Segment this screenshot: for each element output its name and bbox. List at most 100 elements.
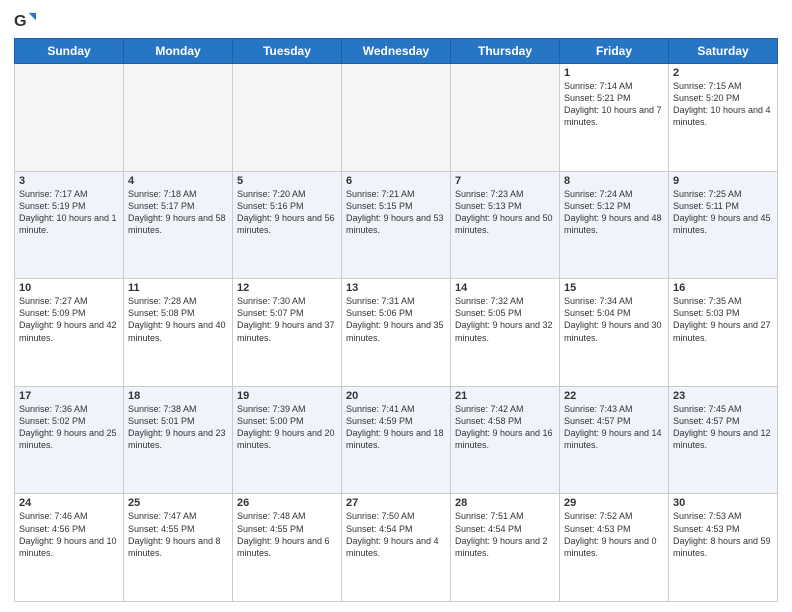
day-number: 21	[455, 390, 555, 402]
calendar-cell	[124, 64, 233, 172]
calendar-cell: 27Sunrise: 7:50 AMSunset: 4:54 PMDayligh…	[342, 494, 451, 602]
day-number: 5	[237, 175, 337, 187]
day-number: 14	[455, 282, 555, 294]
calendar-cell: 23Sunrise: 7:45 AMSunset: 4:57 PMDayligh…	[669, 386, 778, 494]
calendar-cell: 19Sunrise: 7:39 AMSunset: 5:00 PMDayligh…	[233, 386, 342, 494]
calendar-cell: 15Sunrise: 7:34 AMSunset: 5:04 PMDayligh…	[560, 279, 669, 387]
day-number: 25	[128, 497, 228, 509]
day-info: Sunrise: 7:36 AMSunset: 5:02 PMDaylight:…	[19, 403, 119, 452]
calendar-cell: 10Sunrise: 7:27 AMSunset: 5:09 PMDayligh…	[15, 279, 124, 387]
day-number: 18	[128, 390, 228, 402]
day-number: 12	[237, 282, 337, 294]
weekday-header-cell: Sunday	[15, 39, 124, 64]
weekday-header-cell: Wednesday	[342, 39, 451, 64]
day-info: Sunrise: 7:23 AMSunset: 5:13 PMDaylight:…	[455, 188, 555, 237]
day-number: 27	[346, 497, 446, 509]
day-info: Sunrise: 7:32 AMSunset: 5:05 PMDaylight:…	[455, 295, 555, 344]
calendar-body: 1Sunrise: 7:14 AMSunset: 5:21 PMDaylight…	[15, 64, 778, 602]
svg-text:G: G	[14, 12, 27, 30]
weekday-header-cell: Tuesday	[233, 39, 342, 64]
day-info: Sunrise: 7:31 AMSunset: 5:06 PMDaylight:…	[346, 295, 446, 344]
calendar-cell: 16Sunrise: 7:35 AMSunset: 5:03 PMDayligh…	[669, 279, 778, 387]
day-number: 16	[673, 282, 773, 294]
logo: G	[14, 10, 40, 32]
day-number: 23	[673, 390, 773, 402]
day-number: 3	[19, 175, 119, 187]
day-info: Sunrise: 7:24 AMSunset: 5:12 PMDaylight:…	[564, 188, 664, 237]
day-info: Sunrise: 7:30 AMSunset: 5:07 PMDaylight:…	[237, 295, 337, 344]
header: G	[14, 10, 778, 32]
day-info: Sunrise: 7:45 AMSunset: 4:57 PMDaylight:…	[673, 403, 773, 452]
day-info: Sunrise: 7:48 AMSunset: 4:55 PMDaylight:…	[237, 510, 337, 559]
day-number: 24	[19, 497, 119, 509]
calendar-cell	[15, 64, 124, 172]
page: G SundayMondayTuesdayWednesdayThursdayFr…	[0, 0, 792, 612]
calendar-cell: 13Sunrise: 7:31 AMSunset: 5:06 PMDayligh…	[342, 279, 451, 387]
calendar-cell: 5Sunrise: 7:20 AMSunset: 5:16 PMDaylight…	[233, 171, 342, 279]
day-number: 26	[237, 497, 337, 509]
calendar-cell: 7Sunrise: 7:23 AMSunset: 5:13 PMDaylight…	[451, 171, 560, 279]
calendar-table: SundayMondayTuesdayWednesdayThursdayFrid…	[14, 38, 778, 602]
day-info: Sunrise: 7:25 AMSunset: 5:11 PMDaylight:…	[673, 188, 773, 237]
calendar-cell: 25Sunrise: 7:47 AMSunset: 4:55 PMDayligh…	[124, 494, 233, 602]
day-number: 28	[455, 497, 555, 509]
day-info: Sunrise: 7:18 AMSunset: 5:17 PMDaylight:…	[128, 188, 228, 237]
calendar-cell: 11Sunrise: 7:28 AMSunset: 5:08 PMDayligh…	[124, 279, 233, 387]
day-info: Sunrise: 7:39 AMSunset: 5:00 PMDaylight:…	[237, 403, 337, 452]
day-info: Sunrise: 7:53 AMSunset: 4:53 PMDaylight:…	[673, 510, 773, 559]
day-number: 30	[673, 497, 773, 509]
day-info: Sunrise: 7:28 AMSunset: 5:08 PMDaylight:…	[128, 295, 228, 344]
day-info: Sunrise: 7:41 AMSunset: 4:59 PMDaylight:…	[346, 403, 446, 452]
calendar-cell	[233, 64, 342, 172]
calendar-cell: 3Sunrise: 7:17 AMSunset: 5:19 PMDaylight…	[15, 171, 124, 279]
day-info: Sunrise: 7:27 AMSunset: 5:09 PMDaylight:…	[19, 295, 119, 344]
logo-icon: G	[14, 10, 36, 32]
day-info: Sunrise: 7:52 AMSunset: 4:53 PMDaylight:…	[564, 510, 664, 559]
day-number: 17	[19, 390, 119, 402]
day-info: Sunrise: 7:14 AMSunset: 5:21 PMDaylight:…	[564, 80, 664, 129]
day-number: 1	[564, 67, 664, 79]
day-number: 19	[237, 390, 337, 402]
day-number: 10	[19, 282, 119, 294]
calendar-cell: 2Sunrise: 7:15 AMSunset: 5:20 PMDaylight…	[669, 64, 778, 172]
calendar-cell: 6Sunrise: 7:21 AMSunset: 5:15 PMDaylight…	[342, 171, 451, 279]
calendar-cell: 30Sunrise: 7:53 AMSunset: 4:53 PMDayligh…	[669, 494, 778, 602]
calendar-week-row: 3Sunrise: 7:17 AMSunset: 5:19 PMDaylight…	[15, 171, 778, 279]
calendar-cell: 22Sunrise: 7:43 AMSunset: 4:57 PMDayligh…	[560, 386, 669, 494]
day-number: 8	[564, 175, 664, 187]
calendar-cell: 20Sunrise: 7:41 AMSunset: 4:59 PMDayligh…	[342, 386, 451, 494]
day-number: 2	[673, 67, 773, 79]
weekday-header-row: SundayMondayTuesdayWednesdayThursdayFrid…	[15, 39, 778, 64]
day-number: 7	[455, 175, 555, 187]
calendar-cell	[342, 64, 451, 172]
day-number: 29	[564, 497, 664, 509]
calendar-cell: 9Sunrise: 7:25 AMSunset: 5:11 PMDaylight…	[669, 171, 778, 279]
day-number: 6	[346, 175, 446, 187]
day-info: Sunrise: 7:42 AMSunset: 4:58 PMDaylight:…	[455, 403, 555, 452]
calendar-cell: 12Sunrise: 7:30 AMSunset: 5:07 PMDayligh…	[233, 279, 342, 387]
calendar-cell: 29Sunrise: 7:52 AMSunset: 4:53 PMDayligh…	[560, 494, 669, 602]
calendar-cell: 1Sunrise: 7:14 AMSunset: 5:21 PMDaylight…	[560, 64, 669, 172]
day-info: Sunrise: 7:15 AMSunset: 5:20 PMDaylight:…	[673, 80, 773, 129]
calendar-cell: 14Sunrise: 7:32 AMSunset: 5:05 PMDayligh…	[451, 279, 560, 387]
day-number: 20	[346, 390, 446, 402]
day-info: Sunrise: 7:46 AMSunset: 4:56 PMDaylight:…	[19, 510, 119, 559]
calendar-week-row: 17Sunrise: 7:36 AMSunset: 5:02 PMDayligh…	[15, 386, 778, 494]
calendar-cell: 8Sunrise: 7:24 AMSunset: 5:12 PMDaylight…	[560, 171, 669, 279]
calendar-cell: 28Sunrise: 7:51 AMSunset: 4:54 PMDayligh…	[451, 494, 560, 602]
day-number: 15	[564, 282, 664, 294]
calendar-cell: 18Sunrise: 7:38 AMSunset: 5:01 PMDayligh…	[124, 386, 233, 494]
weekday-header-cell: Monday	[124, 39, 233, 64]
day-info: Sunrise: 7:38 AMSunset: 5:01 PMDaylight:…	[128, 403, 228, 452]
calendar-cell	[451, 64, 560, 172]
day-number: 11	[128, 282, 228, 294]
calendar-week-row: 10Sunrise: 7:27 AMSunset: 5:09 PMDayligh…	[15, 279, 778, 387]
day-info: Sunrise: 7:34 AMSunset: 5:04 PMDaylight:…	[564, 295, 664, 344]
day-info: Sunrise: 7:17 AMSunset: 5:19 PMDaylight:…	[19, 188, 119, 237]
calendar-cell: 26Sunrise: 7:48 AMSunset: 4:55 PMDayligh…	[233, 494, 342, 602]
calendar-cell: 17Sunrise: 7:36 AMSunset: 5:02 PMDayligh…	[15, 386, 124, 494]
day-info: Sunrise: 7:35 AMSunset: 5:03 PMDaylight:…	[673, 295, 773, 344]
day-info: Sunrise: 7:51 AMSunset: 4:54 PMDaylight:…	[455, 510, 555, 559]
calendar-week-row: 1Sunrise: 7:14 AMSunset: 5:21 PMDaylight…	[15, 64, 778, 172]
day-number: 13	[346, 282, 446, 294]
